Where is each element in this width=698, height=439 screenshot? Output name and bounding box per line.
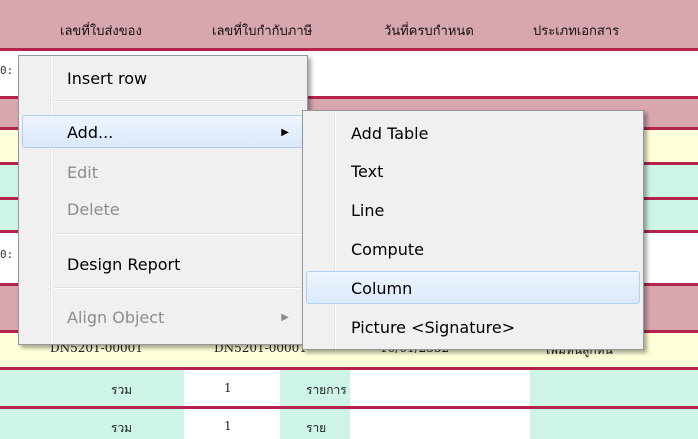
submenu-item-line[interactable]: Line [306, 193, 640, 226]
menu-item-design-report[interactable]: Design Report [22, 247, 304, 280]
context-menu: Insert row Add... ▶ Edit Delete Design R… [18, 55, 308, 345]
summary-cell [350, 370, 530, 406]
summary-band [0, 370, 698, 406]
submenu-item-compute[interactable]: Compute [306, 232, 640, 265]
submenu-arrow-icon: ▶ [281, 312, 289, 323]
menu-item-label: Insert row [67, 69, 148, 88]
summary-cell [350, 409, 530, 439]
summary-unit[interactable]: รายการ [306, 381, 347, 400]
menu-item-align-object[interactable]: Align Object ▶ [22, 300, 304, 333]
submenu-arrow-icon: ▶ [281, 127, 289, 138]
submenu-item-text[interactable]: Text [306, 154, 640, 187]
submenu-item-column[interactable]: Column [306, 271, 640, 304]
menu-item-label: Picture <Signature> [351, 318, 516, 337]
header-doc-type[interactable]: ประเภทเอกสาร [533, 20, 619, 41]
menu-item-label: Add Table [351, 124, 429, 143]
header-tax-invoice-no[interactable]: เลขที่ใบกำกับภาษี [212, 20, 312, 41]
summary-label[interactable]: รวม [111, 381, 132, 400]
summary-unit[interactable]: ราย [306, 419, 326, 438]
menu-item-label: Edit [67, 163, 98, 182]
menu-item-label: Column [351, 279, 413, 298]
submenu-item-add-table[interactable]: Add Table [306, 116, 640, 149]
menu-item-insert-row[interactable]: Insert row [22, 61, 304, 94]
submenu-item-picture-signature[interactable]: Picture <Signature> [306, 310, 640, 343]
menu-item-label: Compute [351, 240, 424, 259]
menu-separator [54, 287, 304, 289]
menu-item-label: Add... [67, 123, 114, 142]
summary-count[interactable]: 1 [224, 381, 232, 395]
band-marker: 0: [0, 248, 14, 261]
menu-item-label: Design Report [67, 255, 181, 274]
menu-item-delete[interactable]: Delete [22, 192, 304, 225]
band-marker: 0: [0, 64, 14, 77]
menu-item-label: Align Object [67, 308, 165, 327]
summary-count[interactable]: 1 [224, 419, 232, 433]
menu-item-label: Text [351, 162, 384, 181]
menu-item-label: Delete [67, 200, 120, 219]
summary-label[interactable]: รวม [111, 419, 132, 438]
add-submenu: Add Table Text Line Compute Column Pictu… [302, 110, 644, 350]
header-delivery-no[interactable]: เลขที่ใบส่งของ [60, 20, 142, 41]
summary-cell [184, 370, 280, 406]
menu-item-label: Line [351, 201, 385, 220]
header-due-date[interactable]: วันที่ครบกำหนด [384, 20, 474, 41]
summary-cell [184, 409, 280, 439]
menu-item-add[interactable]: Add... ▶ [22, 115, 304, 148]
summary-band [0, 409, 698, 439]
menu-item-edit[interactable]: Edit [22, 155, 304, 188]
menu-separator [54, 233, 304, 235]
menu-separator [54, 100, 304, 102]
